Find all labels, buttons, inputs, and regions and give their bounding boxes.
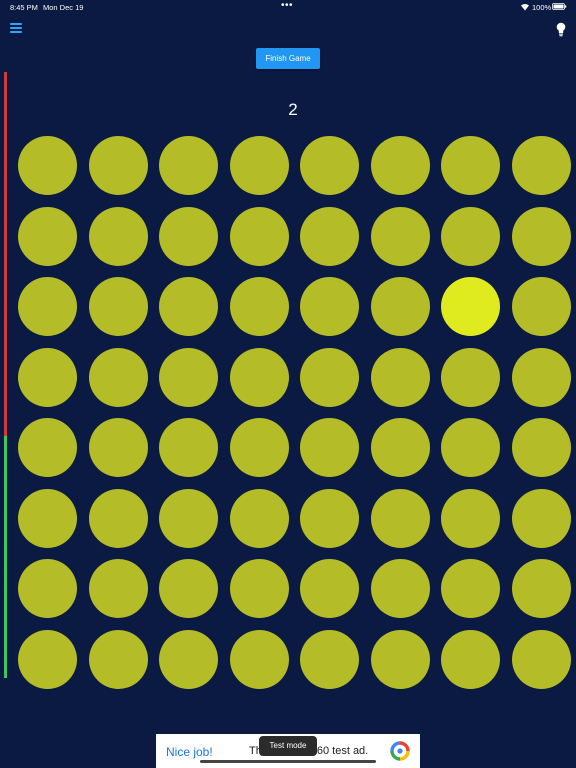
grid-dot[interactable] bbox=[229, 206, 289, 266]
grid-dot[interactable] bbox=[229, 136, 289, 195]
grid-dot[interactable] bbox=[88, 347, 148, 407]
hamburger-menu-icon[interactable] bbox=[10, 23, 24, 35]
multitasking-dots[interactable]: ••• bbox=[281, 0, 293, 11]
grid-dot[interactable] bbox=[88, 629, 148, 689]
grid-dot[interactable] bbox=[370, 277, 430, 336]
grid-dot[interactable] bbox=[370, 347, 430, 407]
grid-dot[interactable] bbox=[229, 488, 289, 548]
grid-dot[interactable] bbox=[229, 277, 289, 336]
grid-dot[interactable] bbox=[159, 347, 218, 407]
grid-dot[interactable] bbox=[18, 347, 77, 407]
score-display: 2 bbox=[288, 100, 298, 119]
grid-dot[interactable] bbox=[159, 136, 218, 195]
grid-dot[interactable] bbox=[300, 206, 359, 266]
status-date: Mon Dec 19 bbox=[43, 3, 84, 12]
grid-dot[interactable] bbox=[370, 559, 430, 618]
finish-game-button[interactable]: Finish Game bbox=[256, 48, 320, 69]
status-time: 8:45 PM bbox=[10, 3, 38, 12]
grid-dot[interactable] bbox=[159, 206, 218, 266]
grid-dot[interactable] bbox=[18, 559, 77, 618]
grid-dot[interactable] bbox=[159, 629, 218, 689]
grid-dot[interactable] bbox=[370, 418, 430, 477]
grid-dot[interactable] bbox=[370, 136, 430, 195]
grid-dot[interactable] bbox=[511, 629, 571, 689]
wifi-icon bbox=[521, 3, 529, 11]
ad-title: Nice job! bbox=[166, 745, 213, 759]
grid-dot[interactable] bbox=[300, 559, 359, 618]
grid-dot[interactable] bbox=[511, 418, 571, 477]
grid-dot[interactable] bbox=[18, 206, 77, 266]
grid-dot[interactable] bbox=[88, 418, 148, 477]
grid-dot[interactable] bbox=[88, 559, 148, 618]
grid-dot[interactable] bbox=[159, 559, 218, 618]
grid-dot[interactable] bbox=[370, 206, 430, 266]
grid-dot[interactable] bbox=[18, 136, 77, 195]
grid-dot[interactable] bbox=[88, 277, 148, 336]
grid-dot[interactable] bbox=[300, 488, 359, 548]
grid-dot[interactable] bbox=[229, 629, 289, 689]
grid-dot[interactable] bbox=[159, 418, 218, 477]
grid-dot[interactable] bbox=[441, 347, 500, 407]
grid-dot[interactable] bbox=[88, 136, 148, 195]
grid-dot[interactable] bbox=[300, 418, 359, 477]
battery-percent: 100% bbox=[532, 3, 552, 12]
grid-dot[interactable] bbox=[88, 488, 148, 548]
grid-dot[interactable] bbox=[511, 277, 571, 336]
timer-remaining-fill bbox=[4, 435, 7, 678]
grid-dot[interactable] bbox=[511, 136, 571, 195]
grid-dot[interactable] bbox=[18, 277, 77, 336]
test-mode-badge: Test mode bbox=[259, 736, 317, 756]
grid-dot[interactable] bbox=[370, 629, 430, 689]
grid-dot[interactable] bbox=[300, 136, 359, 195]
home-indicator[interactable] bbox=[200, 760, 376, 763]
grid-dot[interactable] bbox=[159, 488, 218, 548]
timer-bar bbox=[4, 72, 7, 678]
grid-dot[interactable] bbox=[300, 629, 359, 689]
grid-dot[interactable] bbox=[370, 488, 430, 548]
grid-dot[interactable] bbox=[441, 629, 500, 689]
battery-icon bbox=[552, 3, 567, 10]
grid-dot[interactable] bbox=[441, 206, 500, 266]
grid-dot[interactable] bbox=[300, 347, 359, 407]
grid-dot[interactable] bbox=[511, 347, 571, 407]
grid-dot[interactable] bbox=[88, 206, 148, 266]
grid-dot[interactable] bbox=[18, 629, 77, 689]
game-screen: 8:45 PM Mon Dec 19 ••• 100% Finish Game … bbox=[0, 0, 576, 768]
grid-dot[interactable] bbox=[229, 347, 289, 407]
grid-dot[interactable] bbox=[511, 488, 571, 548]
grid-dot[interactable] bbox=[18, 418, 77, 477]
grid-dot[interactable] bbox=[441, 559, 500, 618]
grid-dot[interactable] bbox=[18, 488, 77, 548]
status-bar: 8:45 PM Mon Dec 19 ••• 100% bbox=[0, 0, 576, 14]
lightbulb-icon[interactable] bbox=[555, 22, 567, 37]
grid-dot[interactable] bbox=[441, 136, 500, 195]
grid-dot[interactable] bbox=[441, 418, 500, 477]
dot-grid bbox=[18, 136, 571, 689]
google-ads-logo-icon[interactable] bbox=[390, 741, 410, 761]
grid-dot[interactable] bbox=[229, 418, 289, 477]
grid-dot[interactable] bbox=[511, 559, 571, 618]
grid-dot[interactable] bbox=[511, 206, 571, 266]
grid-dot[interactable] bbox=[441, 488, 500, 548]
grid-dot[interactable] bbox=[300, 277, 359, 336]
grid-dot-highlighted[interactable] bbox=[441, 277, 500, 336]
grid-dot[interactable] bbox=[159, 277, 218, 336]
grid-dot[interactable] bbox=[229, 559, 289, 618]
